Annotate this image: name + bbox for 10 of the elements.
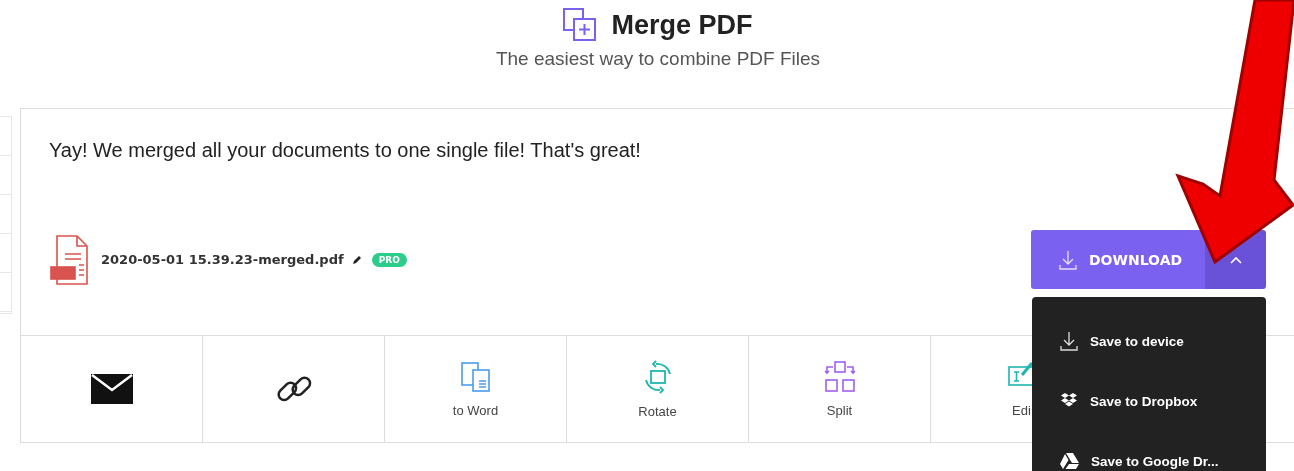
page-subtitle: The easiest way to combine PDF Files <box>495 48 821 70</box>
tool-tile[interactable]: Rotate <box>567 336 749 442</box>
tool-tile[interactable]: to Word <box>385 336 567 442</box>
pro-badge: PRO <box>371 252 407 267</box>
file-name: 2020-05-01 15.39.23-merged.pdf <box>101 252 344 267</box>
menu-item-label: Save to Google Dr... <box>1091 453 1219 469</box>
success-message: Yay! We merged all your documents to one single file! That's great! <box>49 139 642 162</box>
page-title: Merge PDF <box>611 9 753 41</box>
tool-tile[interactable]: Split <box>749 336 931 442</box>
download-button[interactable]: DOWNLOAD <box>1031 230 1205 289</box>
